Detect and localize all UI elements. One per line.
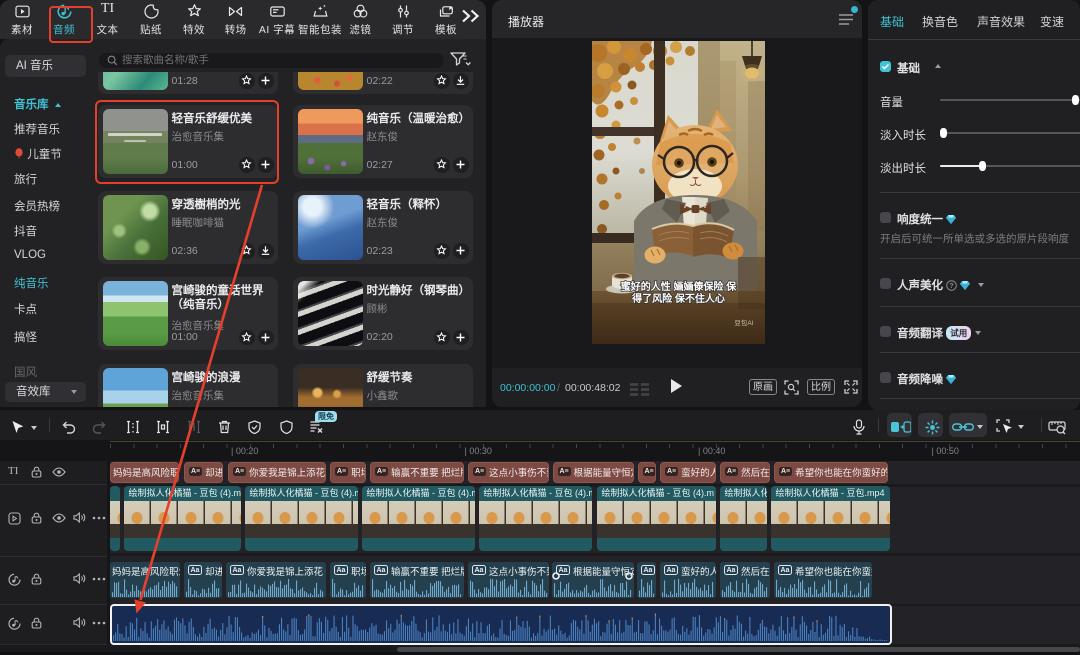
svg-text:蜜好的人性 婳婳傣保险 保: 蜜好的人性 婳婳傣保险 保 [620,280,737,293]
svg-text:得了风险 保不住人心: 得了风险 保不住人心 [631,292,725,305]
svg-text:?: ? [950,283,954,290]
svg-text:豆包AI: 豆包AI [734,318,753,327]
